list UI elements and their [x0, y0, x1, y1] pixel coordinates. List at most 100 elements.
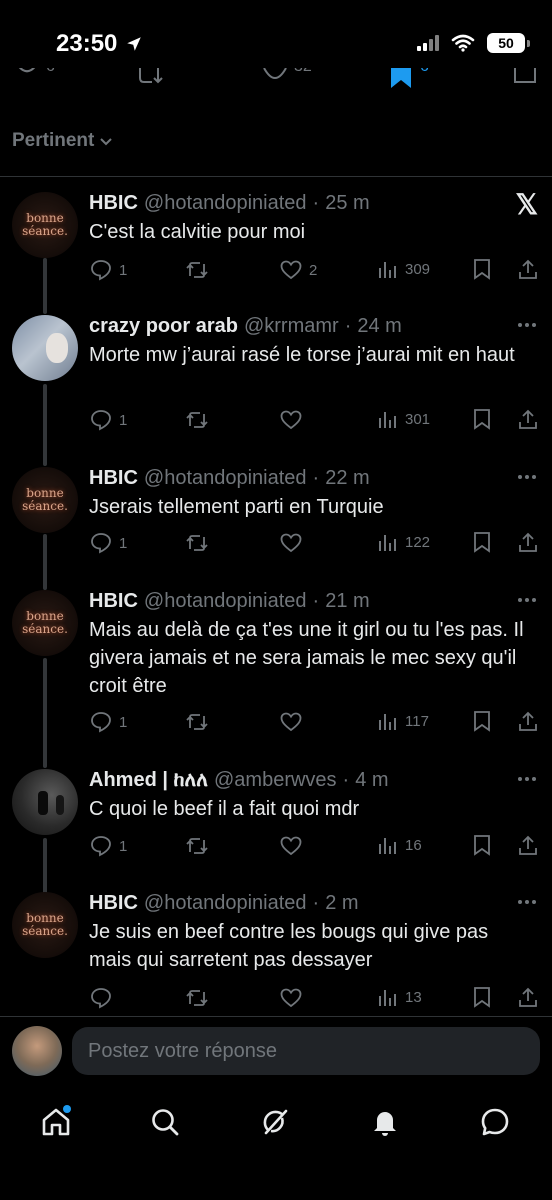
- heart-icon: [280, 712, 302, 732]
- repost-button[interactable]: [185, 710, 209, 734]
- bookmark-icon: [474, 987, 490, 1008]
- nav-messages[interactable]: [475, 1102, 515, 1142]
- view-count: 117: [405, 712, 429, 730]
- status-indicators: 50: [417, 33, 530, 53]
- share-button[interactable]: [516, 408, 540, 432]
- repost-button[interactable]: [185, 258, 209, 282]
- like-button[interactable]: 2: [279, 258, 317, 282]
- location-arrow-icon: [127, 37, 142, 51]
- tweet-time[interactable]: 22 m: [325, 467, 369, 490]
- like-button[interactable]: [279, 531, 303, 555]
- reply-input[interactable]: [72, 1027, 540, 1075]
- repost-button[interactable]: [185, 531, 209, 555]
- view-count: 309: [405, 260, 431, 278]
- nav-home[interactable]: [36, 1102, 76, 1142]
- author-name[interactable]: Ahmed | ከለለ: [89, 769, 208, 792]
- views-button[interactable]: 301: [377, 408, 430, 430]
- more-options-icon[interactable]: [518, 598, 536, 602]
- nav-grok[interactable]: [255, 1102, 295, 1142]
- status-time-text: 23:50: [56, 30, 118, 57]
- like-button[interactable]: [279, 710, 303, 734]
- main-like-button[interactable]: 32: [262, 68, 312, 94]
- views-button[interactable]: 16: [377, 834, 422, 856]
- views-chart-icon: [379, 412, 396, 428]
- views-button[interactable]: 13: [377, 986, 422, 1008]
- share-button[interactable]: [516, 710, 540, 734]
- bookmark-button[interactable]: [471, 531, 493, 553]
- author-name[interactable]: HBIC: [89, 192, 138, 215]
- author-handle[interactable]: @hotandopiniated: [144, 192, 307, 215]
- repost-button[interactable]: [185, 986, 209, 1010]
- main-repost-button[interactable]: [138, 68, 168, 94]
- avatar[interactable]: bonne séance.: [12, 192, 78, 258]
- main-bookmark-button[interactable]: 6: [388, 68, 429, 94]
- bookmark-button[interactable]: [471, 258, 493, 280]
- battery-level: 50: [487, 33, 525, 53]
- tweet-time[interactable]: 24 m: [357, 315, 401, 338]
- status-time: 23:50: [56, 30, 143, 58]
- author-name[interactable]: crazy poor arab: [89, 315, 238, 338]
- share-button[interactable]: [516, 986, 540, 1010]
- nav-search[interactable]: [145, 1102, 185, 1142]
- thread-line: [43, 534, 47, 590]
- like-count: 2: [309, 261, 318, 279]
- share-button[interactable]: [516, 834, 540, 858]
- reply-button[interactable]: 1: [89, 531, 127, 555]
- like-button[interactable]: [279, 408, 303, 432]
- avatar[interactable]: [12, 315, 78, 381]
- views-button[interactable]: 117: [377, 710, 429, 732]
- like-button[interactable]: [279, 986, 303, 1010]
- x-logo-icon: 𝕏: [515, 189, 538, 220]
- tweet-time[interactable]: 25 m: [325, 192, 369, 215]
- repost-icon: [186, 990, 208, 1006]
- views-button[interactable]: 309: [377, 258, 430, 280]
- nav-notifications[interactable]: [365, 1102, 405, 1142]
- repost-button[interactable]: [185, 834, 209, 858]
- bookmark-icon: [474, 835, 490, 856]
- user-avatar[interactable]: [12, 1026, 62, 1076]
- author-handle[interactable]: @amberwves: [214, 769, 337, 792]
- like-button[interactable]: [279, 834, 303, 858]
- author-handle[interactable]: @krrmamr: [244, 315, 339, 338]
- share-button[interactable]: [516, 531, 540, 555]
- views-button[interactable]: 122: [377, 531, 430, 553]
- repost-icon: [139, 68, 163, 84]
- more-options-icon[interactable]: [518, 777, 536, 781]
- tweet-time[interactable]: 2 m: [325, 892, 358, 915]
- more-options-icon[interactable]: [518, 475, 536, 479]
- more-options-icon[interactable]: [518, 323, 536, 327]
- author-name[interactable]: HBIC: [89, 467, 138, 490]
- bookmark-button[interactable]: [471, 834, 493, 856]
- avatar[interactable]: bonne séance.: [12, 590, 78, 656]
- avatar[interactable]: [12, 769, 78, 835]
- reply-button[interactable]: [89, 986, 113, 1010]
- author-name[interactable]: HBIC: [89, 892, 138, 915]
- author-handle[interactable]: @hotandopiniated: [144, 467, 307, 490]
- reply-icon: [91, 988, 111, 1009]
- tweet-time[interactable]: 4 m: [355, 769, 388, 792]
- main-reply-button[interactable]: 6: [14, 68, 55, 94]
- reply-button[interactable]: 1: [89, 834, 127, 858]
- repost-icon: [186, 535, 208, 551]
- share-button[interactable]: [516, 258, 540, 282]
- reply-button[interactable]: 1: [89, 408, 127, 432]
- author-name[interactable]: HBIC: [89, 590, 138, 613]
- avatar[interactable]: bonne séance.: [12, 467, 78, 533]
- reply-count: 1: [119, 534, 128, 552]
- reply-button[interactable]: 1: [89, 258, 127, 282]
- tweet-actions: 1 2 309: [89, 258, 539, 282]
- author-handle[interactable]: @hotandopiniated: [144, 892, 307, 915]
- avatar[interactable]: bonne séance.: [12, 892, 78, 958]
- bookmark-button[interactable]: [471, 710, 493, 732]
- bookmark-button[interactable]: [471, 986, 493, 1008]
- author-handle[interactable]: @hotandopiniated: [144, 590, 307, 613]
- reply-button[interactable]: 1: [89, 710, 127, 734]
- bookmark-button[interactable]: [471, 408, 493, 430]
- more-options-icon[interactable]: [518, 900, 536, 904]
- repost-icon: [186, 714, 208, 730]
- sort-dropdown[interactable]: Pertinent: [12, 130, 114, 152]
- sort-label: Pertinent: [12, 130, 95, 151]
- main-share-button[interactable]: [512, 68, 538, 94]
- tweet-time[interactable]: 21 m: [325, 590, 369, 613]
- repost-button[interactable]: [185, 408, 209, 432]
